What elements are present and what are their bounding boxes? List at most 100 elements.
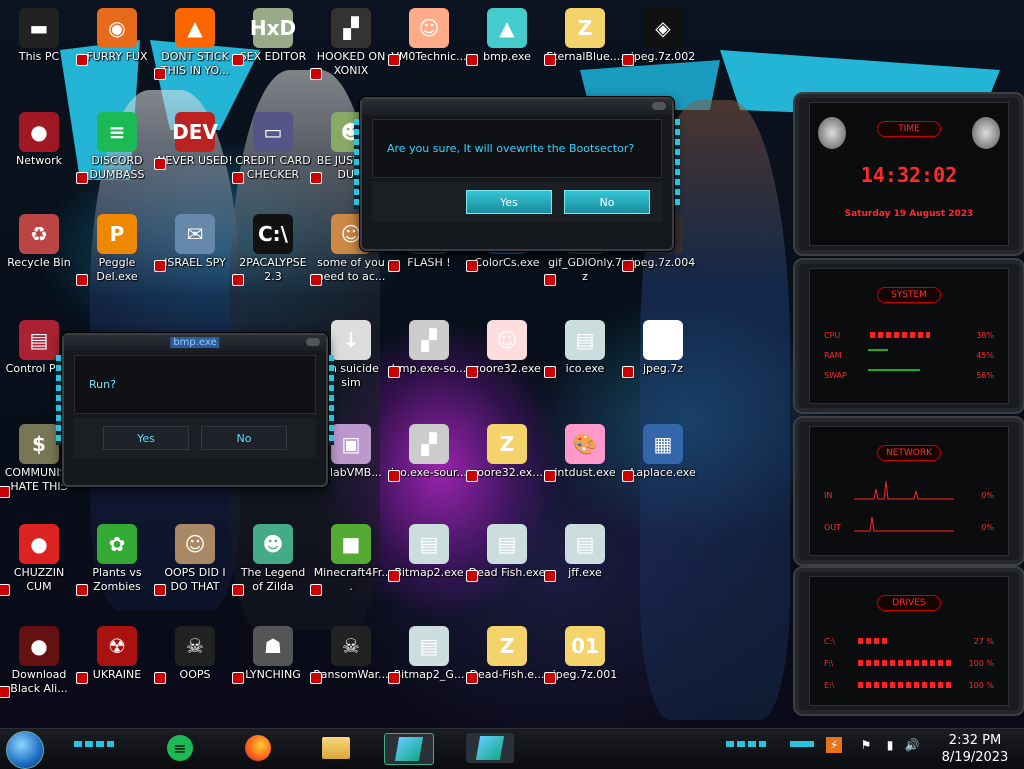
- desktop-icon-image: Z: [565, 8, 605, 48]
- desktop-icon[interactable]: ♻ Recycle Bin: [0, 210, 78, 270]
- desktop-icon[interactable]: ▞ ico.exe-sour...: [388, 420, 468, 482]
- desktop-icon[interactable]: ▲ DONT STICK THIS IN YO...: [154, 4, 234, 80]
- desktop-icon-image: ●: [19, 626, 59, 666]
- desktop-icon[interactable]: ≡ DISCORD DUMBASS: [76, 108, 156, 184]
- shortcut-arrow-icon: [544, 570, 556, 582]
- network-icon[interactable]: ▮: [882, 737, 898, 753]
- desktop-icon[interactable]: ☺ OOPS DID I DO THAT: [154, 520, 234, 596]
- cpu-label: CPU: [824, 331, 841, 340]
- shortcut-arrow-icon: [310, 672, 322, 684]
- system-gadget[interactable]: SYSTEM CPU 38% RAM 45% SWAP 56%: [793, 258, 1024, 414]
- shortcut-arrow-icon: [310, 274, 322, 286]
- desktop-icon[interactable]: 01 jpeg.7z.001: [544, 622, 624, 684]
- drive-f-bar: [858, 660, 954, 666]
- taskbar-spotify-icon[interactable]: ≡: [156, 733, 204, 763]
- desktop-icon[interactable]: ✿ Plants vs Zombies: [76, 520, 156, 596]
- dialog-title: bmp.exe: [170, 337, 220, 348]
- desktop-icon-label: SEX EDITOR: [239, 50, 307, 63]
- taskbar-firefox-icon[interactable]: [234, 733, 282, 763]
- desktop-icon[interactable]: ▤ Bitmap2_G...: [388, 622, 468, 684]
- desktop-icon[interactable]: ▤ jff.exe: [544, 520, 624, 582]
- desktop-icon[interactable]: ☺ coore32.exe: [466, 316, 546, 378]
- desktop-icon[interactable]: ● CHUZZIN CUM: [0, 520, 78, 596]
- taskbar-bmp-icon[interactable]: [384, 733, 434, 765]
- desktop-icon[interactable]: ● Download Black Ali...: [0, 622, 78, 698]
- yes-button[interactable]: Yes: [103, 426, 189, 450]
- volume-icon[interactable]: 🔊: [904, 737, 920, 753]
- desktop-icon[interactable]: Z EternalBlue....: [544, 4, 624, 66]
- desktop-icon[interactable]: ▲ bmp.exe: [466, 4, 546, 66]
- desktop-icon-label: CREDIT CARD CHECKER: [235, 154, 311, 181]
- desktop-icon-label: DONT STICK THIS IN YO...: [160, 50, 230, 77]
- dialog-titlebar[interactable]: bmp.exe: [64, 335, 326, 351]
- desktop-icon[interactable]: C:\ 2PACALYPSE 2.3: [232, 210, 312, 286]
- desktop-icon[interactable]: Zcoore32.ex...: [466, 420, 546, 482]
- no-button[interactable]: No: [201, 426, 287, 450]
- shortcut-arrow-icon: [544, 672, 556, 684]
- dialog-titlebar[interactable]: [362, 99, 672, 115]
- desktop-icon[interactable]: ☠ OOPS: [154, 622, 234, 684]
- desktop-icon[interactable]: ■ Minecraft4Fr...: [310, 520, 390, 596]
- shortcut-arrow-icon: [154, 68, 166, 80]
- desktop-icon[interactable]: ☻ The Legend of Zilda: [232, 520, 312, 596]
- desktop-icon-image: ✉: [175, 214, 215, 254]
- desktop-icon[interactable]: ● Network: [0, 108, 78, 168]
- desktop-icon[interactable]: DEV NEVER USED!: [154, 108, 234, 170]
- flag-icon[interactable]: ⚑: [858, 737, 874, 753]
- shortcut-arrow-icon: [466, 260, 478, 272]
- shortcut-arrow-icon: [76, 172, 88, 184]
- desktop-icon[interactable]: ☺ VM0Technic...: [388, 4, 468, 66]
- desktop-icon[interactable]: ☠ RansomWar...: [310, 622, 390, 684]
- desktop-icon-image: Z: [487, 626, 527, 666]
- tray-app-icon[interactable]: ⚡: [826, 737, 842, 753]
- shortcut-arrow-icon: [622, 260, 634, 272]
- desktop-icon[interactable]: P Peggle Del.exe: [76, 210, 156, 286]
- desktop-icon-image: ▞: [409, 424, 449, 464]
- desktop-icon-label: coore32.exe: [473, 362, 541, 375]
- desktop-icon[interactable]: ☗ LYNCHING: [232, 622, 312, 684]
- clock-date[interactable]: 8/19/2023: [936, 750, 1014, 765]
- system-title: SYSTEM: [877, 287, 941, 303]
- desktop-icon[interactable]: 🎨 intdust.exe: [544, 420, 624, 482]
- desktop-icon[interactable]: ▤ Dead Fish.exe: [466, 520, 546, 582]
- desktop-icon-image: ▲: [175, 8, 215, 48]
- drives-gadget[interactable]: DRIVES C:\ 27 % F:\ 100 % E:\ 100 %: [793, 566, 1024, 716]
- shortcut-arrow-icon: [466, 470, 478, 482]
- desktop-icon[interactable]: ☢ UKRAINE: [76, 622, 156, 684]
- desktop-icon-image: ◉: [97, 8, 137, 48]
- desktop-icon[interactable]: ◉ FURRY FUX: [76, 4, 156, 66]
- desktop-icon[interactable]: Z Dead-Fish.e...: [466, 622, 546, 684]
- desktop-icon[interactable]: 7z jpeg.7z: [622, 316, 702, 378]
- desktop-icon[interactable]: ▦ Laplace.exe: [622, 420, 702, 482]
- desktop-icon-label: Dead-Fish.e...: [469, 668, 545, 681]
- desktop-icon[interactable]: ▤ ico.exe: [544, 316, 624, 378]
- desktop-icon[interactable]: HxD SEX EDITOR: [232, 4, 312, 66]
- shortcut-arrow-icon: [310, 172, 322, 184]
- close-icon[interactable]: [652, 102, 666, 110]
- shortcut-arrow-icon: [466, 366, 478, 378]
- desktop-icon-image: 7z: [643, 320, 683, 360]
- desktop-icon-image: ☺: [409, 8, 449, 48]
- no-button[interactable]: No: [564, 190, 650, 214]
- desktop-icon[interactable]: ▭ CREDIT CARD CHECKER: [232, 108, 312, 184]
- taskbar-bmp2-icon[interactable]: [466, 733, 514, 763]
- desktop-icon[interactable]: ◈ jpeg.7z.002: [622, 4, 702, 66]
- network-gadget[interactable]: NETWORK IN 0% OUT 0%: [793, 416, 1024, 566]
- desktop-icon[interactable]: ▬ This PC: [0, 4, 78, 64]
- start-orb-icon[interactable]: [6, 731, 44, 769]
- shortcut-arrow-icon: [76, 274, 88, 286]
- date-readout: Saturday 19 August 2023: [844, 209, 974, 219]
- desktop-icon[interactable]: ▤ Bitmap2.exe: [388, 520, 468, 582]
- clock-time[interactable]: 2:32 PM: [936, 733, 1014, 748]
- desktop-icon[interactable]: ▞ HOOKED ON XONIX: [310, 4, 390, 80]
- shortcut-arrow-icon: [154, 584, 166, 596]
- desktop-icon[interactable]: ▞ bmp.exe-so...: [388, 316, 468, 378]
- time-gadget[interactable]: TIME 14:32:02 Saturday 19 August 2023: [793, 92, 1024, 256]
- close-icon[interactable]: [306, 338, 320, 346]
- taskbar-explorer-icon[interactable]: [312, 733, 360, 763]
- yes-button[interactable]: Yes: [466, 190, 552, 214]
- net-out-label: OUT: [824, 523, 842, 532]
- shortcut-arrow-icon: [0, 486, 10, 498]
- desktop-icon[interactable]: ✉ ISRAEL SPY: [154, 210, 234, 272]
- alien-icon-right: [972, 117, 1000, 149]
